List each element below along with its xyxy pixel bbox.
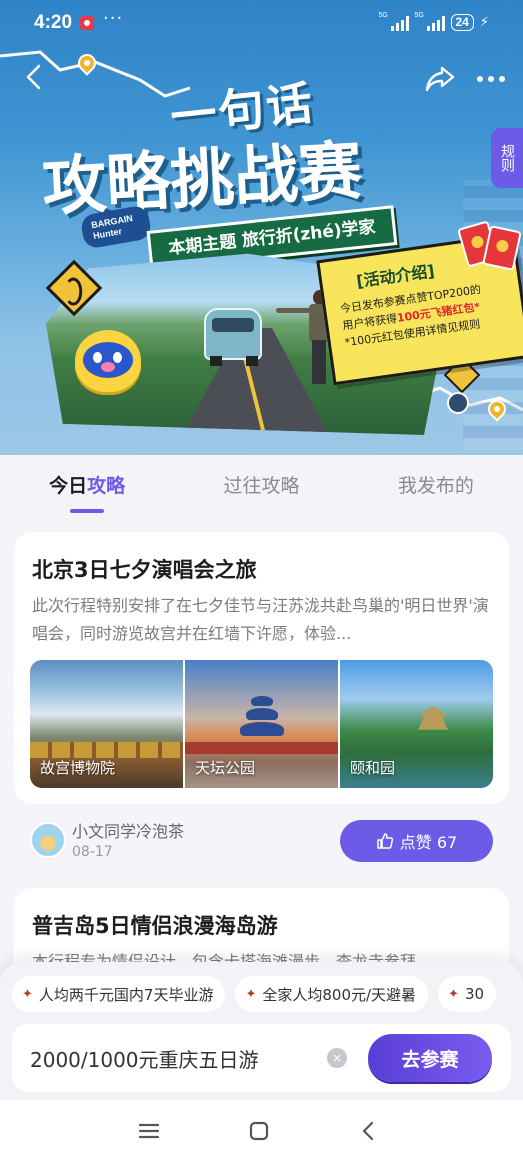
- suggestion-chip[interactable]: ✦ 人均两千元国内7天毕业游: [12, 976, 226, 1012]
- suggestion-chip[interactable]: ✦ 全家人均800元/天避暑: [235, 976, 429, 1012]
- rules-button[interactable]: 规则: [491, 128, 523, 188]
- status-bar: 4:20 ··· 5G 5G 24 ⚡: [0, 0, 523, 46]
- more-options-icon[interactable]: [474, 64, 508, 94]
- menu-icon[interactable]: [136, 1118, 162, 1144]
- app-notification-icon: [80, 16, 94, 30]
- avatar[interactable]: [30, 822, 66, 858]
- mascot-icon: [75, 330, 141, 392]
- guide-photos: 故宫博物院 天坛公园 颐和园: [30, 660, 493, 788]
- tab-my-posts[interactable]: 我发布的: [349, 455, 523, 519]
- photo-temple-of-heaven[interactable]: 天坛公园: [185, 660, 338, 788]
- guide-input-box[interactable]: 2000/1000元重庆五日游 × 去参赛: [12, 1024, 511, 1092]
- guide-title: 普吉岛5日情侣浪漫海岛游: [32, 914, 278, 938]
- signal-icon: 5G: [379, 12, 409, 31]
- guide-description: 此次行程特别安排了在七夕佳节与汪苏泷共赴鸟巢的'明日世界'演唱会，同时游览故宫并…: [32, 596, 489, 643]
- photo-forbidden-city[interactable]: 故宫博物院: [30, 660, 183, 788]
- submit-entry-button[interactable]: 去参赛: [368, 1034, 492, 1082]
- status-more: ···: [103, 8, 124, 29]
- sparkle-icon: ✦: [22, 986, 33, 1002]
- clear-icon[interactable]: ×: [327, 1048, 347, 1068]
- home-icon[interactable]: [246, 1118, 272, 1144]
- stamp-icon: [447, 392, 469, 414]
- entry-composer: ✦ 人均两千元国内7天毕业游 ✦ 全家人均800元/天避暑 ✦ 30 2000/…: [0, 962, 523, 1100]
- hero-banner: 一句话 攻略挑战赛 BARGAIN Hunter 本期主题 旅行折(zhé)学家…: [0, 0, 523, 455]
- status-indicators: 5G 5G 24 ⚡: [379, 12, 489, 31]
- status-time: 4:20: [34, 12, 73, 33]
- photo-summer-palace[interactable]: 颐和园: [340, 660, 493, 788]
- suggestion-chip[interactable]: ✦ 30: [438, 976, 497, 1012]
- van-illustration: [204, 308, 262, 366]
- back-icon[interactable]: [356, 1118, 382, 1144]
- battery-icon: 24: [450, 14, 474, 31]
- charging-icon: ⚡: [479, 15, 489, 30]
- guide-input-field[interactable]: 2000/1000元重庆五日游: [30, 1044, 259, 1073]
- sparkle-icon: ✦: [448, 986, 459, 1002]
- guide-title: 北京3日七夕演唱会之旅: [32, 558, 257, 582]
- author-name[interactable]: 小文同学冷泡茶: [72, 818, 184, 842]
- system-nav-bar: [0, 1100, 523, 1161]
- tab-today-guides[interactable]: 今日攻略: [0, 455, 174, 519]
- share-icon[interactable]: [424, 64, 456, 94]
- like-button[interactable]: 点赞 67: [340, 820, 493, 862]
- tab-bar: 今日攻略 过往攻略 我发布的: [0, 455, 523, 519]
- post-date: 08-17: [72, 844, 113, 860]
- hero-title-line2: 攻略挑战赛: [40, 133, 365, 226]
- thumbs-up-icon: [377, 833, 393, 849]
- back-arrow-icon[interactable]: [20, 62, 50, 92]
- guide-card[interactable]: 北京3日七夕演唱会之旅 此次行程特别安排了在七夕佳节与汪苏泷共赴鸟巢的'明日世界…: [14, 532, 509, 804]
- signal-icon: 5G: [415, 12, 445, 31]
- tab-past-guides[interactable]: 过往攻略: [174, 455, 348, 519]
- author-row: 小文同学冷泡茶 08-17 点赞 67: [14, 814, 509, 870]
- sparkle-icon: ✦: [245, 986, 257, 1002]
- suggestion-chips: ✦ 人均两千元国内7天毕业游 ✦ 全家人均800元/天避暑 ✦ 30: [12, 976, 523, 1012]
